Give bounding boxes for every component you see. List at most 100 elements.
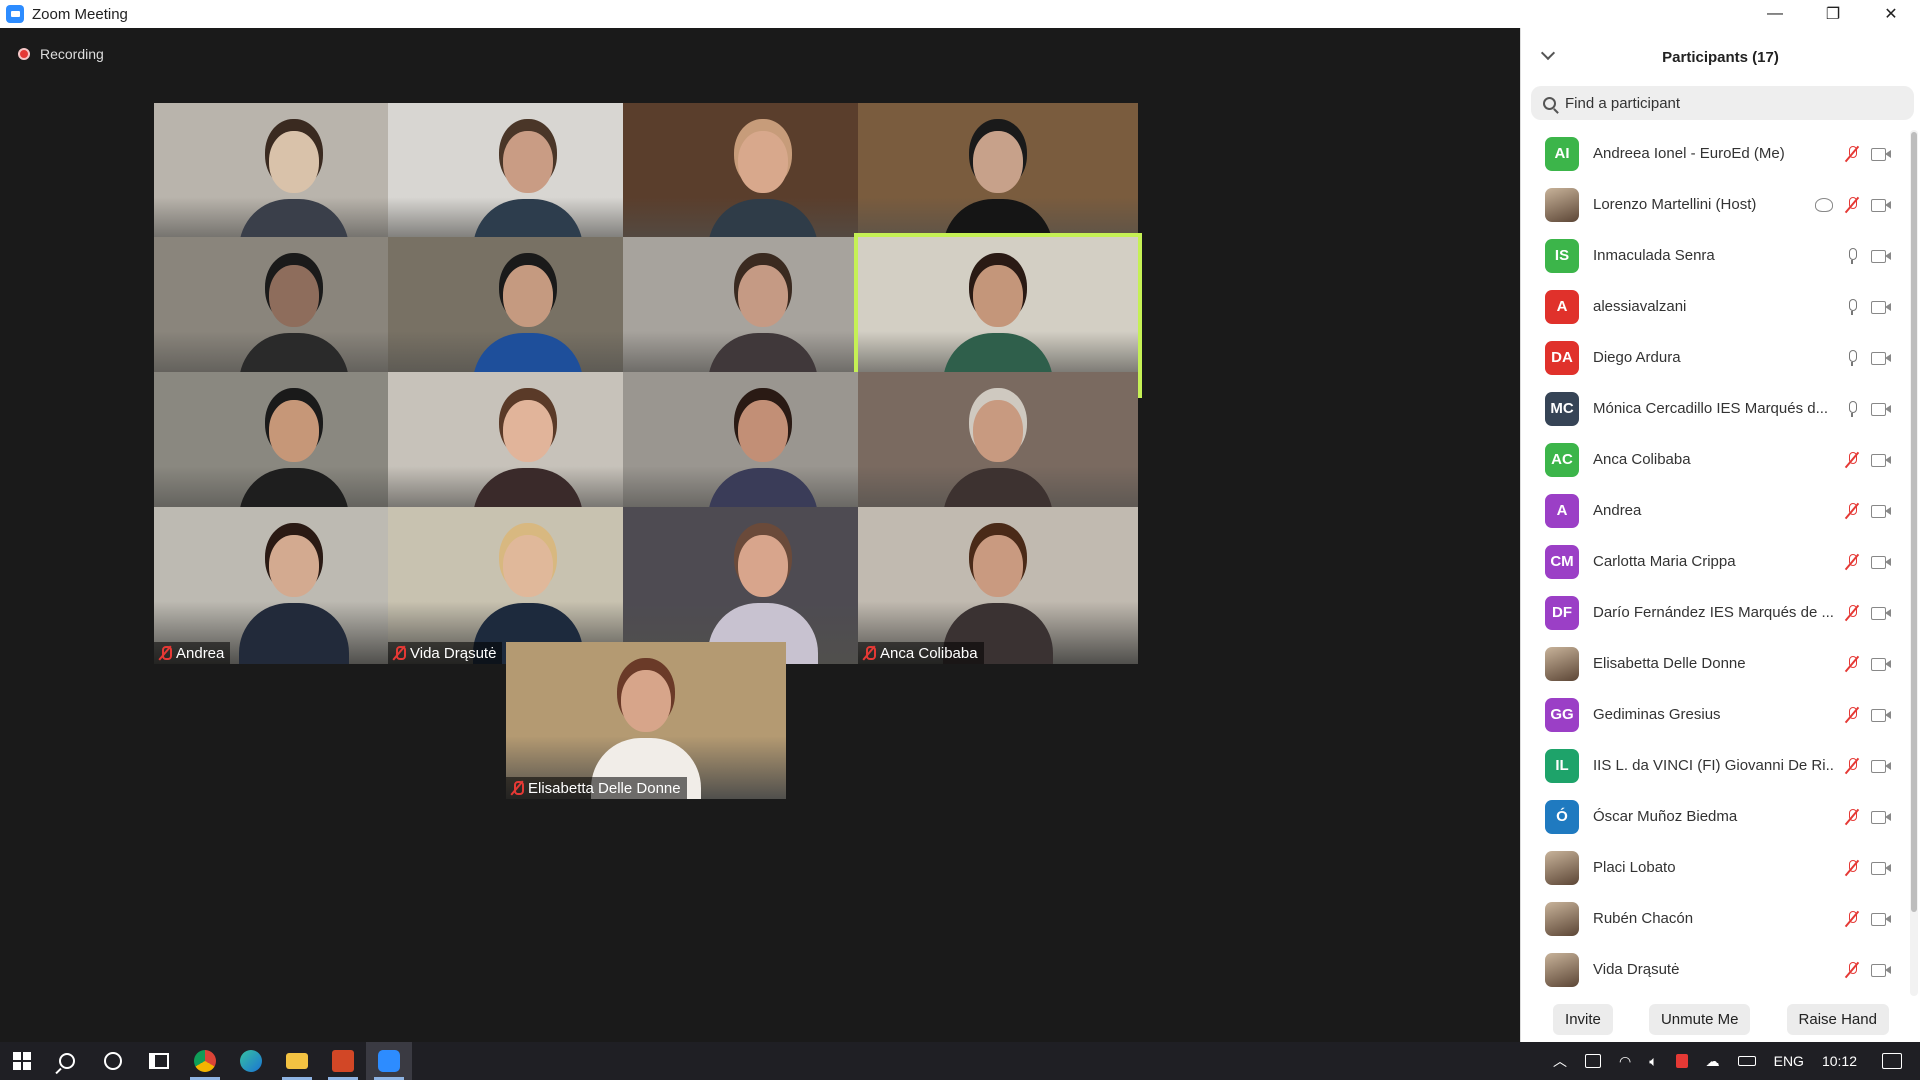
minimize-button[interactable]: — — [1746, 0, 1804, 28]
muted-mic-icon — [1843, 859, 1861, 877]
tile-name-tag: Andrea — [154, 642, 231, 664]
participant-row[interactable]: DA Diego Ardura — [1521, 332, 1909, 383]
muted-mic-icon — [1843, 655, 1861, 673]
camera-icon — [1871, 198, 1891, 212]
recording-label: Recording — [40, 46, 104, 62]
close-button[interactable]: ✕ — [1862, 0, 1920, 28]
participant-name: Lorenzo Martellini (Host) — [1593, 196, 1757, 213]
participant-row[interactable]: Ó Óscar Muñoz Biedma — [1521, 791, 1909, 842]
participant-status-icons — [1843, 349, 1891, 367]
recording-indicator[interactable]: Recording — [18, 46, 104, 62]
muted-mic-icon — [1843, 808, 1861, 826]
camera-icon — [1871, 810, 1891, 824]
avatar — [1545, 901, 1579, 936]
powerpoint-icon — [332, 1050, 354, 1072]
video-tile[interactable]: Inmaculada Senra — [854, 233, 1142, 398]
muted-mic-icon — [392, 645, 406, 661]
participant-row[interactable]: CM Carlotta Maria Crippa — [1521, 536, 1909, 587]
participant-row[interactable]: AI Andreea Ionel - EuroEd (Me) — [1521, 128, 1909, 179]
windows-logo-icon — [13, 1052, 31, 1070]
participants-panel: Participants (17) AI Andreea Ionel - Euro… — [1520, 28, 1920, 1042]
scroll-thumb[interactable] — [1911, 132, 1917, 912]
task-view-button[interactable] — [136, 1042, 182, 1080]
participant-row[interactable]: Placi Lobato — [1521, 842, 1909, 893]
raise-hand-button[interactable]: Raise Hand — [1786, 1003, 1889, 1035]
invite-button[interactable]: Invite — [1553, 1003, 1613, 1035]
participant-status-icons — [1843, 655, 1891, 673]
participant-row[interactable]: A Andrea — [1521, 485, 1909, 536]
clock[interactable]: 10:12 — [1822, 1053, 1857, 1069]
notifications-icon[interactable] — [1882, 1053, 1902, 1069]
tray-app-icon[interactable] — [1675, 1054, 1688, 1068]
participant-name: Vida Drąsutė — [1593, 961, 1680, 978]
edge-icon — [240, 1050, 262, 1072]
participant-status-icons — [1843, 604, 1891, 622]
avatar — [1545, 187, 1579, 222]
cloud-icon[interactable]: ☁︎ — [1706, 1053, 1720, 1070]
camera-icon — [1871, 402, 1891, 416]
participant-row[interactable]: AC Anca Colibaba — [1521, 434, 1909, 485]
avatar: Ó — [1545, 799, 1579, 834]
participant-name: Elisabetta Delle Donne — [1593, 655, 1746, 672]
participant-status-icons — [1843, 451, 1891, 469]
start-button[interactable] — [0, 1042, 44, 1080]
muted-mic-icon — [862, 645, 876, 661]
participant-status-icons — [1843, 553, 1891, 571]
participant-list-scrollbar[interactable] — [1910, 130, 1918, 996]
window-title: Zoom Meeting — [32, 5, 128, 23]
muted-mic-icon — [1843, 910, 1861, 928]
participant-row[interactable]: GG Gediminas Gresius — [1521, 689, 1909, 740]
avatar: IS — [1545, 238, 1579, 273]
muted-mic-icon — [1843, 706, 1861, 724]
taskbar-zoom[interactable] — [366, 1042, 412, 1080]
collapse-chevron-icon[interactable] — [1540, 45, 1556, 61]
participant-row[interactable]: MC Mónica Cercadillo IES Marqués d... — [1521, 383, 1909, 434]
battery-icon[interactable] — [1737, 1056, 1756, 1066]
taskbar-edge[interactable] — [228, 1042, 274, 1080]
unmute-me-button[interactable]: Unmute Me — [1648, 1003, 1751, 1035]
camera-icon — [1871, 861, 1891, 875]
camera-icon — [1871, 708, 1891, 722]
tile-name-tag: Vida Drąsutė — [388, 642, 503, 664]
participant-search[interactable] — [1531, 86, 1914, 120]
tile-participant-name: Andrea — [176, 644, 225, 662]
tray-device-icon[interactable] — [1584, 1054, 1601, 1068]
search-input[interactable] — [1565, 94, 1885, 112]
participant-row[interactable]: IL IIS L. da VINCI (FI) Giovanni De Ri... — [1521, 740, 1909, 791]
avatar: IL — [1545, 748, 1579, 783]
muted-mic-icon — [1843, 553, 1861, 571]
camera-icon — [1871, 249, 1891, 263]
participant-row[interactable]: Elisabetta Delle Donne — [1521, 638, 1909, 689]
wifi-icon[interactable]: ◠ — [1619, 1053, 1631, 1070]
participant-row[interactable]: Rubén Chacón — [1521, 893, 1909, 944]
taskbar-powerpoint[interactable] — [320, 1042, 366, 1080]
participant-row[interactable]: Lorenzo Martellini (Host) — [1521, 179, 1909, 230]
video-tile[interactable]: Anca Colibaba — [858, 507, 1138, 664]
participant-name: IIS L. da VINCI (FI) Giovanni De Ri... — [1593, 757, 1833, 774]
muted-mic-icon — [1843, 604, 1861, 622]
participant-row[interactable]: Vida Drąsutė — [1521, 944, 1909, 995]
participant-row[interactable]: DF Darío Fernández IES Marqués de ... — [1521, 587, 1909, 638]
cortana-button[interactable] — [90, 1042, 136, 1080]
video-tile[interactable]: Elisabetta Delle Donne — [506, 642, 786, 799]
zoom-app-icon — [6, 5, 24, 23]
taskbar-file-explorer[interactable] — [274, 1042, 320, 1080]
volume-icon[interactable]: 🔈︎ — [1649, 1053, 1657, 1070]
search-icon — [1543, 96, 1556, 110]
avatar: MC — [1545, 391, 1579, 426]
taskbar-chrome[interactable] — [182, 1042, 228, 1080]
participant-status-icons — [1843, 757, 1891, 775]
restore-button[interactable]: ❐ — [1804, 0, 1862, 28]
participant-name: Gediminas Gresius — [1593, 706, 1721, 723]
participant-row[interactable]: IS Inmaculada Senra — [1521, 230, 1909, 281]
language-indicator[interactable]: ENG — [1774, 1053, 1804, 1069]
mic-icon — [1843, 400, 1861, 418]
recording-dot-icon — [18, 48, 30, 60]
participant-status-icons — [1843, 808, 1891, 826]
video-tile[interactable]: Rubén Chacón — [858, 372, 1138, 529]
taskbar-search-button[interactable] — [44, 1042, 90, 1080]
participant-status-icons — [1843, 961, 1891, 979]
tile-name-tag: Anca Colibaba — [858, 642, 984, 664]
tray-chevron-icon[interactable]: ︿ — [1553, 1051, 1567, 1071]
participant-row[interactable]: Aalessiavalzani — [1521, 281, 1909, 332]
